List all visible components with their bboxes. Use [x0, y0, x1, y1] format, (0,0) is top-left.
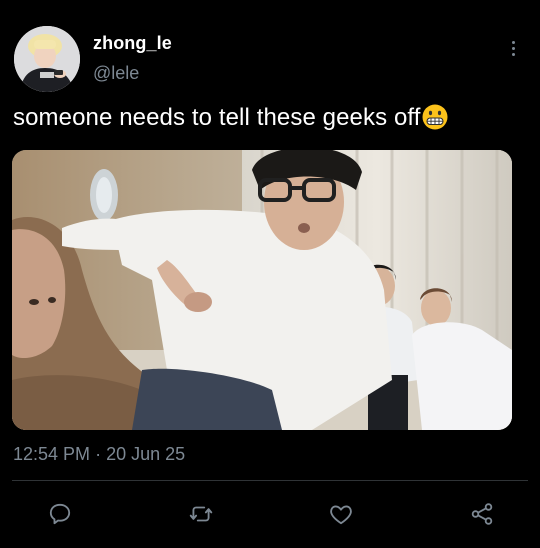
avatar-image	[14, 26, 80, 92]
timestamp-separator: ·	[95, 444, 102, 464]
dot	[511, 46, 515, 50]
share-button[interactable]	[468, 500, 496, 528]
tweet-text-body: someone needs to tell these geeks off	[13, 104, 421, 131]
avatar[interactable]	[14, 26, 80, 92]
tweet-card: zhong_le @lele someone needs to tell the…	[0, 0, 540, 548]
like-icon	[330, 505, 352, 525]
retweet-button[interactable]	[187, 500, 215, 528]
user-handle[interactable]: @lele	[93, 63, 139, 84]
retweet-icon	[189, 506, 213, 522]
grimacing-face-emoji	[422, 104, 448, 130]
photo-image	[12, 150, 512, 430]
like-button[interactable]	[327, 500, 355, 528]
tweet-date: 20 Jun 25	[106, 444, 186, 464]
reply-icon	[49, 503, 71, 525]
tweet-timestamp[interactable]: 12:54 PM · 20 Jun 25	[13, 444, 185, 465]
share-icon	[471, 503, 493, 525]
tweet-time: 12:54 PM	[13, 444, 91, 464]
dot	[511, 40, 515, 44]
reply-button[interactable]	[46, 500, 74, 528]
tweet-media-photo[interactable]	[12, 150, 512, 430]
display-name[interactable]: zhong_le	[93, 33, 172, 54]
divider	[12, 480, 528, 481]
dot	[511, 52, 515, 56]
tweet-text: someone needs to tell these geeks off	[13, 104, 448, 132]
more-options-icon[interactable]	[505, 36, 521, 60]
